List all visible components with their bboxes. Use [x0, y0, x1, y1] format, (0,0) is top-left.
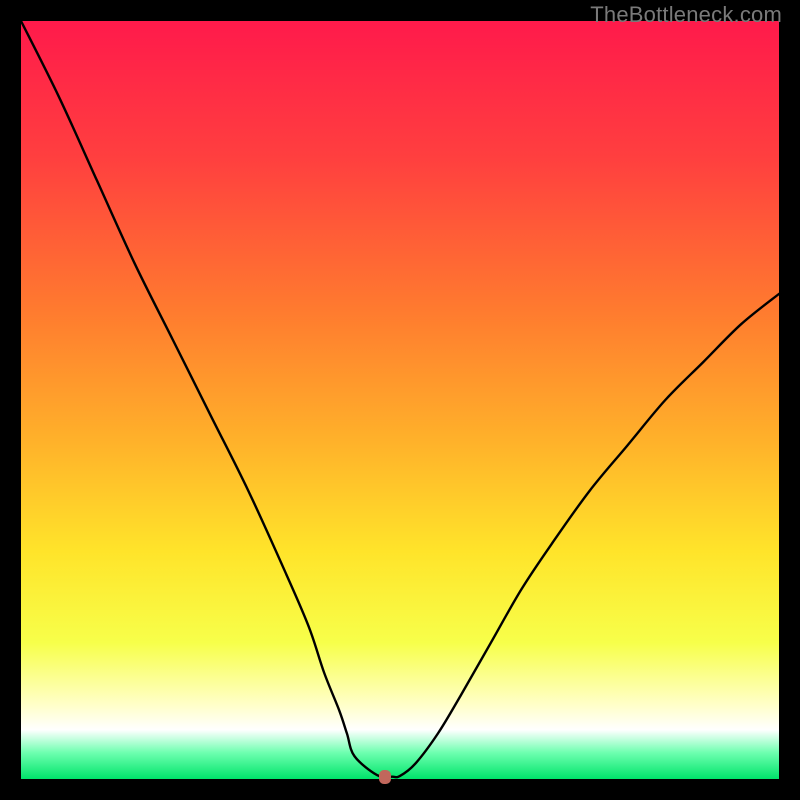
optimal-point-marker: [379, 770, 391, 784]
watermark-text: TheBottleneck.com: [590, 2, 782, 28]
chart-svg: [21, 21, 779, 779]
chart-frame: TheBottleneck.com: [0, 0, 800, 800]
plot-area: [21, 21, 779, 779]
